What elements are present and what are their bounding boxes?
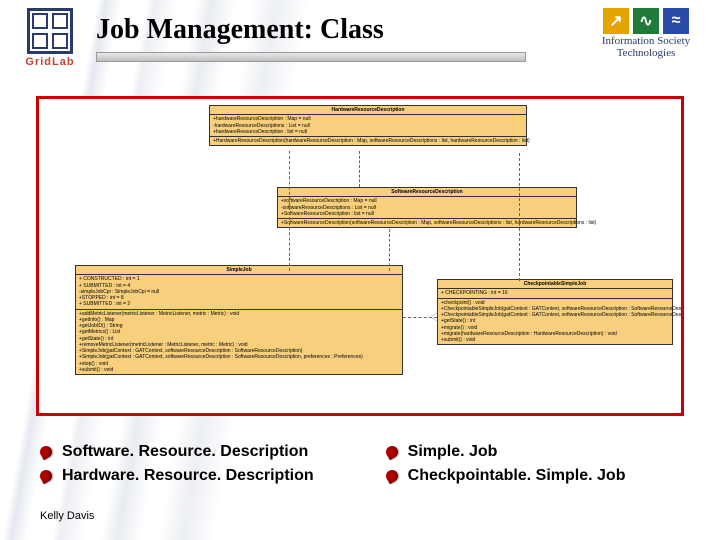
uml-class-attrs: + CHECKPOINTING : int = 16 bbox=[438, 289, 672, 298]
connector-line bbox=[403, 317, 437, 318]
title-wrap: Job Management: Class bbox=[96, 8, 576, 62]
bullet-text: Software. Resource. Description bbox=[62, 440, 308, 464]
uml-class-ops: +addMetricListener(metricListener : Metr… bbox=[76, 310, 402, 375]
ist-glyph-2: ∿ bbox=[633, 8, 659, 34]
ist-logo-icon: ↗ ∿ ≈ bbox=[603, 8, 689, 34]
connector-line bbox=[389, 229, 390, 271]
gridlab-logo-icon bbox=[27, 8, 73, 54]
list-item: Checkpointable. Simple. Job bbox=[386, 464, 626, 488]
bullet-icon bbox=[383, 444, 399, 460]
uml-class-name: HardwareResourceDescription bbox=[210, 106, 526, 115]
bullet-list-right: Simple. Job Checkpointable. Simple. Job bbox=[386, 440, 626, 488]
page-title: Job Management: Class bbox=[96, 14, 576, 46]
uml-class-name: CheckpointableSimpleJob bbox=[438, 280, 672, 289]
connector-line bbox=[359, 151, 360, 187]
header: GridLab Job Management: Class ↗ ∿ ≈ Info… bbox=[0, 0, 720, 68]
bullet-text: Simple. Job bbox=[408, 440, 498, 464]
list-item: Software. Resource. Description bbox=[40, 440, 314, 464]
ist-logo: ↗ ∿ ≈ Information SocietyTechnologies bbox=[590, 8, 702, 59]
bullet-text: Hardware. Resource. Description bbox=[62, 464, 314, 488]
connector-line bbox=[519, 153, 520, 281]
list-item: Hardware. Resource. Description bbox=[40, 464, 314, 488]
title-rule bbox=[96, 52, 526, 62]
uml-class-ops: +checkpoint() : void +CheckpointableSimp… bbox=[438, 299, 672, 345]
uml-class-ops: +HardwareResourceDescription(hardwareRes… bbox=[210, 137, 526, 145]
uml-class-attrs: +hardwareResourceDescription : Map = nul… bbox=[210, 115, 526, 137]
uml-class-attrs: +softwareResourceDescription : Map = nul… bbox=[278, 197, 576, 219]
uml-class-name: SoftwareResourceDescription bbox=[278, 188, 576, 197]
uml-diagram: HardwareResourceDescription +hardwareRes… bbox=[36, 96, 684, 416]
uml-class-name: SimpleJob bbox=[76, 266, 402, 275]
uml-class-simple-job: SimpleJob + CONSTRUCTED : int = 1 + SUBM… bbox=[75, 265, 403, 375]
list-item: Simple. Job bbox=[386, 440, 626, 464]
uml-class-hardware-resource-description: HardwareResourceDescription +hardwareRes… bbox=[209, 105, 527, 146]
ist-glyph-1: ↗ bbox=[603, 8, 629, 34]
bullet-icon bbox=[38, 444, 54, 460]
author-text: Kelly Davis bbox=[40, 510, 94, 522]
gridlab-logo-text: GridLab bbox=[25, 56, 74, 68]
bullet-list-left: Software. Resource. Description Hardware… bbox=[40, 440, 314, 488]
uml-class-checkpointable-simple-job: CheckpointableSimpleJob + CHECKPOINTING … bbox=[437, 279, 673, 345]
gridlab-logo: GridLab bbox=[18, 8, 82, 68]
bullet-icon bbox=[383, 468, 399, 484]
ist-glyph-3: ≈ bbox=[663, 8, 689, 34]
uml-class-software-resource-description: SoftwareResourceDescription +softwareRes… bbox=[277, 187, 577, 228]
bullet-lists: Software. Resource. Description Hardware… bbox=[40, 440, 680, 488]
connector-line bbox=[289, 151, 290, 271]
uml-class-ops: +SoftwareResourceDescription(softwareRes… bbox=[278, 219, 576, 227]
bullet-icon bbox=[38, 468, 54, 484]
bullet-text: Checkpointable. Simple. Job bbox=[408, 464, 626, 488]
ist-logo-text: Information SocietyTechnologies bbox=[602, 36, 690, 59]
uml-class-attrs: + CONSTRUCTED : int = 1 + SUBMITTED : in… bbox=[76, 275, 402, 309]
